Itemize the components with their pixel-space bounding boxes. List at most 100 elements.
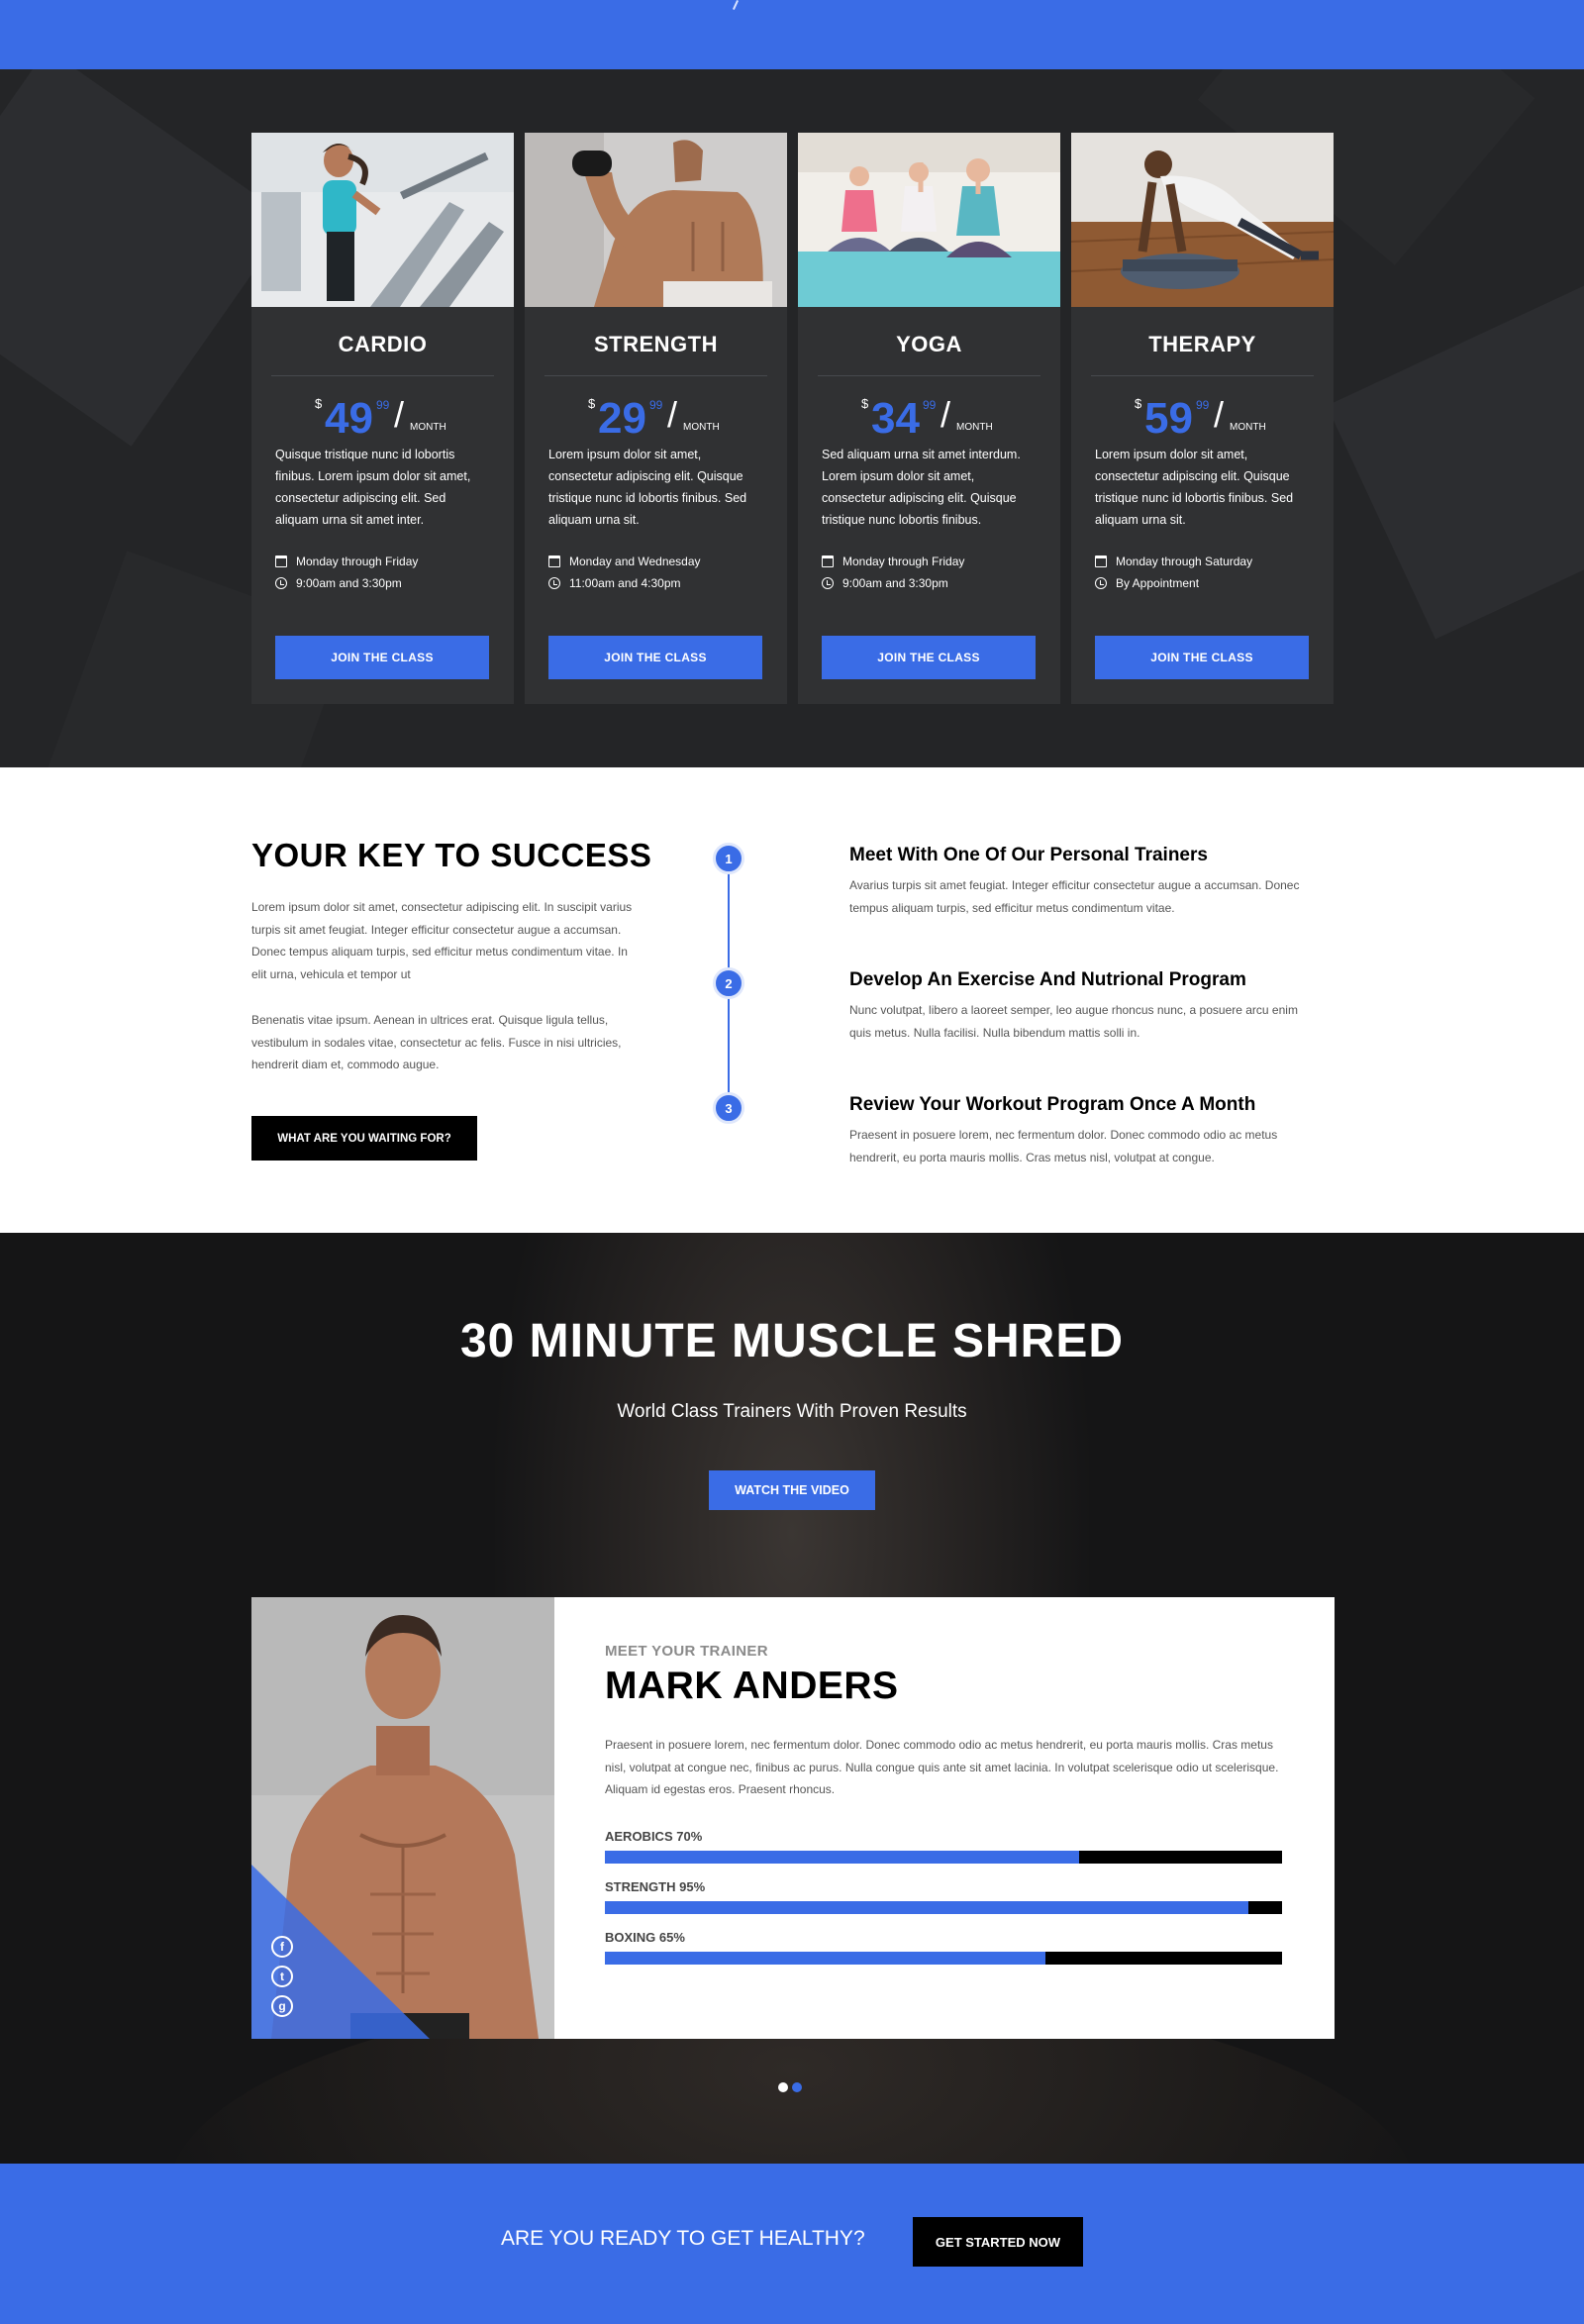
twitter-icon[interactable]: t [271, 1966, 293, 1987]
schedule-times: 11:00am and 4:30pm [569, 576, 681, 590]
facebook-icon[interactable]: f [271, 1936, 293, 1958]
price-cents: 99 [1196, 398, 1210, 412]
section-subtitle: World Class Trainers With Proven Results [617, 1401, 967, 1422]
trainer-bio: Praesent in posuere lorem, nec fermentum… [605, 1738, 1279, 1796]
class-description: Lorem ipsum dolor sit amet, consectetur … [1095, 448, 1294, 527]
price-amount: 29 [598, 394, 646, 443]
class-card-yoga: YOGA $ 34 99 / MONTH Sed aliquam urna si… [798, 133, 1060, 704]
trainer-name: MARK ANDERS [605, 1665, 899, 1707]
price-period: MONTH [1230, 422, 1266, 433]
trainer-portrait-image [251, 1597, 554, 2039]
class-name: YOGA [896, 332, 962, 356]
clock-icon [822, 577, 834, 589]
trainer-kicker: MEET YOUR TRAINER [605, 1643, 768, 1660]
watch-video-button[interactable]: WATCH THE VIDEO [709, 1470, 875, 1510]
get-started-button[interactable]: GET STARTED NOW [913, 2217, 1083, 2267]
trainer-photo: f t g [251, 1597, 554, 2039]
section-title: YOUR KEY TO SUCCESS [251, 837, 652, 873]
price: $ 59 99 / MONTH [1071, 384, 1334, 444]
price-separator: / [394, 394, 405, 435]
google-plus-icon[interactable]: g [271, 1995, 293, 2017]
strength-photo [525, 133, 787, 307]
clock-icon [1095, 577, 1107, 589]
cta-text: ARE YOU READY TO GET HEALTHY? [501, 2227, 865, 2250]
class-description: Sed aliquam urna sit amet interdum. Lore… [822, 448, 1021, 527]
join-class-button[interactable]: JOIN THE CLASS [275, 636, 489, 679]
skill-bar-boxing [605, 1952, 1282, 1965]
carousel-dot[interactable] [792, 2082, 802, 2092]
currency-symbol: $ [861, 396, 869, 411]
class-description: Quisque tristique nunc id lobortis finib… [275, 448, 471, 527]
price: $ 34 99 / MONTH [798, 384, 1060, 444]
clock-icon [548, 577, 560, 589]
background-shape [1327, 271, 1584, 640]
carousel-dot[interactable] [778, 2082, 788, 2092]
price-separator: / [1214, 394, 1225, 435]
calendar-icon [822, 556, 834, 567]
header-divider-mark [732, 0, 740, 10]
clock-icon [275, 577, 287, 589]
class-card-strength: STRENGTH $ 29 99 / MONTH Lorem ipsum dol… [525, 133, 787, 704]
class-card-therapy: THERAPY $ 59 99 / MONTH Lorem ipsum dolo… [1071, 133, 1334, 704]
class-card-cardio: CARDIO $ 49 99 / MONTH Quisque tristique… [251, 133, 514, 704]
price-amount: 59 [1144, 394, 1193, 443]
skill-bar-fill [605, 1952, 1045, 1965]
calendar-icon [1095, 556, 1107, 567]
price-cents: 99 [923, 398, 937, 412]
yoga-photo [798, 133, 1060, 307]
step-number-badge: 1 [713, 843, 744, 874]
join-class-button[interactable]: JOIN THE CLASS [548, 636, 762, 679]
classes-section: CARDIO $ 49 99 / MONTH Quisque tristique… [0, 69, 1584, 767]
muscle-shred-section: 30 MINUTE MUSCLE SHRED World Class Train… [0, 1233, 1584, 2164]
skill-label: STRENGTH 95% [605, 1879, 706, 1894]
price-period: MONTH [956, 422, 993, 433]
schedule-days: Monday through Saturday [1116, 555, 1253, 568]
cta-section: ARE YOU READY TO GET HEALTHY? GET STARTE… [0, 2164, 1584, 2324]
schedule-times: 9:00am and 3:30pm [296, 576, 402, 590]
price-cents: 99 [649, 398, 663, 412]
treadmill-runner-image [251, 133, 514, 307]
skill-bar-fill [605, 1901, 1248, 1914]
price: $ 49 99 / MONTH [251, 384, 514, 444]
yoga-group-image [798, 133, 1060, 307]
currency-symbol: $ [315, 396, 323, 411]
class-schedule: Monday through Friday 9:00am and 3:30pm [798, 551, 1060, 594]
dumbbell-man-image [525, 133, 787, 307]
price-separator: / [667, 394, 678, 435]
key-to-success-section: YOUR KEY TO SUCCESS Lorem ipsum dolor si… [0, 767, 1584, 1233]
class-schedule: Monday and Wednesday 11:00am and 4:30pm [525, 551, 787, 594]
top-bar [0, 0, 1584, 69]
step-number-badge: 3 [713, 1092, 744, 1124]
price: $ 29 99 / MONTH [525, 384, 787, 444]
skill-label: AEROBICS 70% [605, 1829, 703, 1844]
balance-ball-pushup-image [1071, 133, 1334, 307]
calendar-icon [548, 556, 560, 567]
waiting-button[interactable]: WHAT ARE YOU WAITING FOR? [251, 1116, 477, 1161]
carousel-dots [778, 2082, 802, 2092]
price-amount: 34 [871, 394, 920, 443]
class-name: STRENGTH [594, 332, 718, 356]
schedule-days: Monday through Friday [296, 555, 419, 568]
divider [1091, 375, 1314, 376]
calendar-icon [275, 556, 287, 567]
price-amount: 49 [325, 394, 373, 443]
class-name: THERAPY [1148, 332, 1256, 356]
background-shape [0, 69, 291, 447]
skill-bar-strength [605, 1901, 1282, 1914]
divider [271, 375, 494, 376]
class-name: CARDIO [338, 332, 428, 356]
intro-paragraph: Lorem ipsum dolor sit amet, consectetur … [251, 900, 633, 981]
divider [544, 375, 767, 376]
skill-bar-fill [605, 1851, 1079, 1864]
currency-symbol: $ [1135, 396, 1142, 411]
schedule-times: 9:00am and 3:30pm [842, 576, 948, 590]
step-text: Praesent in posuere lorem, nec fermentum… [849, 1128, 1278, 1164]
schedule-days: Monday through Friday [842, 555, 965, 568]
join-class-button[interactable]: JOIN THE CLASS [1095, 636, 1309, 679]
join-class-button[interactable]: JOIN THE CLASS [822, 636, 1036, 679]
price-period: MONTH [410, 422, 446, 433]
class-schedule: Monday through Friday 9:00am and 3:30pm [251, 551, 514, 594]
currency-symbol: $ [588, 396, 596, 411]
divider [818, 375, 1040, 376]
section-title: 30 MINUTE MUSCLE SHRED [459, 1315, 1125, 1367]
